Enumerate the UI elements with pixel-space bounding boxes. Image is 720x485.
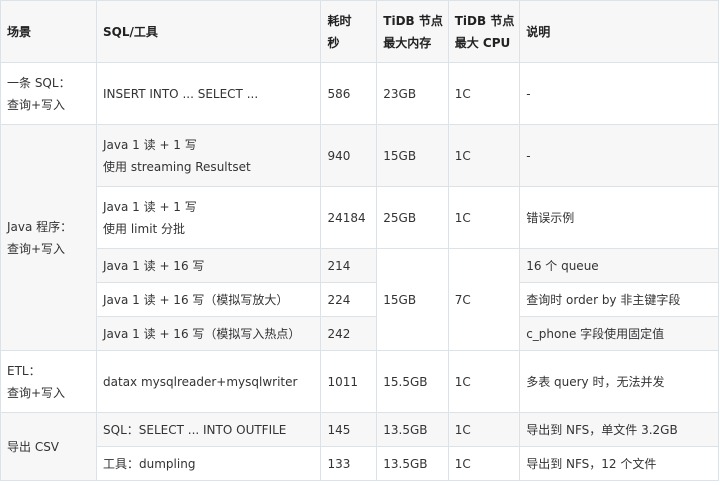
scene-cell: Java 程序： 查询+写入 (0, 124, 98, 351)
sql-line2: 使用 limit 分批 (103, 221, 186, 236)
scene-cell: ETL： 查询+写入 (0, 350, 98, 413)
cpu-cell: 1C (447, 186, 521, 249)
table-row: Java 1 读 + 16 写 214 15GB 7C 16 个 queue (1, 248, 719, 351)
time-cell: 242 (320, 316, 378, 351)
mem-cell: 25GB (376, 186, 449, 249)
scene-line2: 查询+写入 (7, 385, 66, 400)
cpu-cell: 1C (447, 124, 521, 187)
sql-line1: Java 1 读 + 1 写 (103, 137, 197, 152)
sql-cell: Java 1 读 + 16 写（模拟写放大） (96, 282, 322, 317)
header-note: 说明 (519, 0, 719, 63)
time-cell: 224 (320, 282, 378, 317)
note-cell: - (519, 62, 719, 125)
note-cell: c_phone 字段使用固定值 (519, 316, 719, 351)
table-row: 导出 CSV SQL：SELECT ... INTO OUTFILE 145 1… (0, 412, 719, 481)
time-cell: 24184 (320, 186, 378, 249)
scene-cell: 导出 CSV (0, 412, 98, 481)
sql-cell: 工具：dumpling (96, 446, 322, 481)
sql-line1: Java 1 读 + 1 写 (103, 199, 197, 214)
time-cell: 1011 (320, 350, 378, 413)
sql-cell: Java 1 读 + 1 写 使用 streaming Resultset (96, 124, 322, 187)
mem-cell: 23GB (376, 62, 449, 125)
table-row: 工具：dumpling 133 13.5GB 1C 导出到 NFS，12 个文件 (1, 446, 719, 481)
header-row: 场景 SQL/工具 耗时 秒 TiDB 节点 最大内存 TiDB 节点 最大 C… (0, 0, 719, 63)
header-mem: TiDB 节点 最大内存 (376, 0, 449, 63)
mem-cell: 13.5GB (376, 446, 449, 481)
time-cell: 214 (320, 248, 378, 283)
sql-cell: SQL：SELECT ... INTO OUTFILE (96, 412, 322, 447)
sql-cell: Java 1 读 + 16 写（模拟写入热点） (96, 316, 322, 351)
scene-line1: ETL： (7, 363, 41, 378)
table-row: Java 程序： 查询+写入 Java 1 读 + 1 写 使用 streami… (0, 124, 719, 351)
scene-line1: 一条 SQL： (7, 75, 71, 90)
table-row: 一条 SQL： 查询+写入 INSERT INTO ... SELECT ...… (0, 62, 719, 125)
cpu-cell: 1C (447, 62, 521, 125)
mem-cell: 15.5GB (376, 350, 449, 413)
benchmark-table: 场景 SQL/工具 耗时 秒 TiDB 节点 最大内存 TiDB 节点 最大 C… (0, 0, 719, 481)
cpu-cell: 1C (447, 446, 521, 481)
table-row: Java 1 读 + 16 写（模拟写放大） 224 查询时 order by … (1, 282, 719, 317)
sql-cell: Java 1 读 + 1 写 使用 limit 分批 (96, 186, 322, 249)
note-cell: 错误示例 (519, 186, 719, 249)
sql-cell: Java 1 读 + 16 写 (96, 248, 322, 283)
note-cell: 导出到 NFS，单文件 3.2GB (519, 412, 719, 447)
scene-line2: 查询+写入 (7, 241, 66, 256)
sql-cell: datax mysqlreader+mysqlwriter (96, 350, 322, 413)
note-cell: 多表 query 时，无法并发 (519, 350, 719, 413)
time-cell: 145 (320, 412, 378, 447)
time-cell: 133 (320, 446, 378, 481)
time-cell: 940 (320, 124, 378, 187)
scene-line2: 查询+写入 (7, 97, 66, 112)
scene-cell: 一条 SQL： 查询+写入 (0, 62, 98, 125)
header-sql: SQL/工具 (96, 0, 322, 63)
header-cpu-line2: 最大 CPU (454, 35, 511, 50)
time-cell: 586 (320, 62, 378, 125)
header-time-line1: 耗时 (327, 13, 352, 28)
header-time-line2: 秒 (327, 35, 340, 50)
table-row: ETL： 查询+写入 datax mysqlreader+mysqlwriter… (0, 350, 719, 413)
table-row: Java 1 读 + 1 写 使用 limit 分批 24184 25GB 1C… (1, 186, 719, 249)
mem-cell: 13.5GB (376, 412, 449, 447)
mem-cell: 15GB (376, 248, 449, 351)
scene-line1: Java 程序： (7, 219, 73, 234)
header-mem-line2: 最大内存 (383, 35, 432, 50)
sql-cell: INSERT INTO ... SELECT ... (96, 62, 322, 125)
mem-cell: 15GB (376, 124, 449, 187)
table-row: Java 1 读 + 16 写（模拟写入热点） 242 c_phone 字段使用… (1, 316, 719, 351)
header-time: 耗时 秒 (320, 0, 378, 63)
note-cell: - (519, 124, 719, 187)
header-cpu: TiDB 节点 最大 CPU (447, 0, 521, 63)
note-cell: 查询时 order by 非主键字段 (519, 282, 719, 317)
header-scene: 场景 (0, 0, 98, 63)
header-mem-line1: TiDB 节点 (383, 13, 443, 28)
cpu-cell: 7C (447, 248, 521, 351)
cpu-cell: 1C (447, 412, 521, 447)
cpu-cell: 1C (447, 350, 521, 413)
sql-line2: 使用 streaming Resultset (103, 159, 251, 174)
note-cell: 导出到 NFS，12 个文件 (519, 446, 719, 481)
header-cpu-line1: TiDB 节点 (454, 13, 515, 28)
note-cell: 16 个 queue (519, 248, 719, 283)
